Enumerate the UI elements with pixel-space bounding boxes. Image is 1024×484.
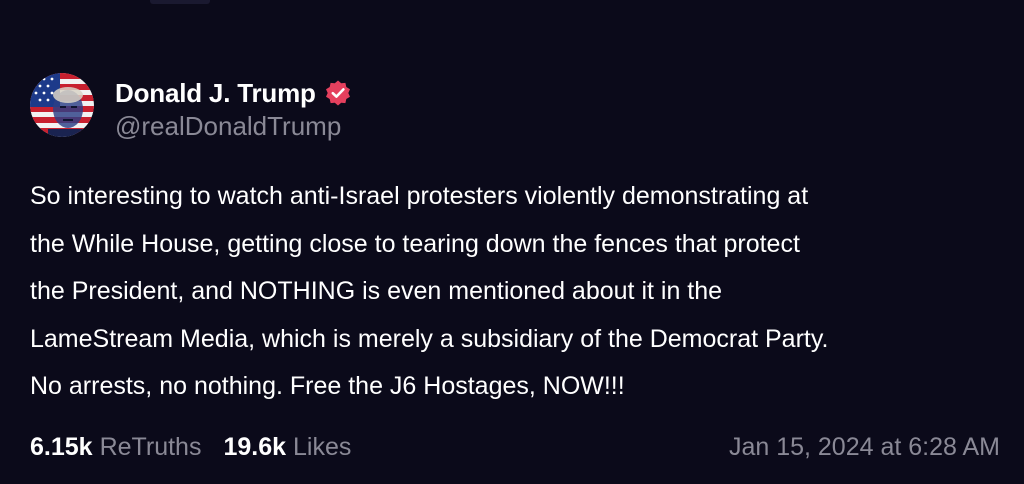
verified-badge-icon — [325, 80, 350, 106]
likes-stat[interactable]: 19.6k Likes — [223, 433, 351, 462]
likes-label: Likes — [293, 432, 352, 461]
retruths-label: ReTruths — [99, 432, 202, 461]
flag-portrait-avatar-icon — [30, 73, 94, 137]
previous-post-edge — [150, 0, 210, 4]
post-line: No arrests, no nothing. Free the J6 Host… — [30, 372, 625, 400]
post-line: the While House, getting close to tearin… — [30, 229, 800, 258]
post-body: So interesting to watch anti-Israel prot… — [30, 173, 1000, 411]
retruths-count: 6.15k — [30, 432, 93, 461]
likes-count: 19.6k — [223, 432, 287, 461]
post-timestamp[interactable]: Jan 15, 2024 at 6:28 AM — [729, 433, 1000, 462]
avatar[interactable] — [30, 73, 94, 137]
post-card: Donald J. Trump @realDonaldTrump So inte… — [0, 0, 1024, 484]
author-handle[interactable]: @realDonaldTrump — [115, 111, 341, 142]
retruths-stat[interactable]: 6.15k ReTruths — [30, 433, 201, 462]
display-name[interactable]: Donald J. Trump — [115, 78, 316, 109]
author-name-row: Donald J. Trump — [115, 76, 352, 110]
post-line: So interesting to watch anti-Israel prot… — [30, 182, 809, 210]
post-line: the President, and NOTHING is even menti… — [30, 277, 723, 305]
post-footer: 6.15k ReTruths 19.6k Likes Jan 15, 2024 … — [30, 430, 1000, 464]
post-line: LameStream Media, which is merely a subs… — [30, 324, 829, 353]
